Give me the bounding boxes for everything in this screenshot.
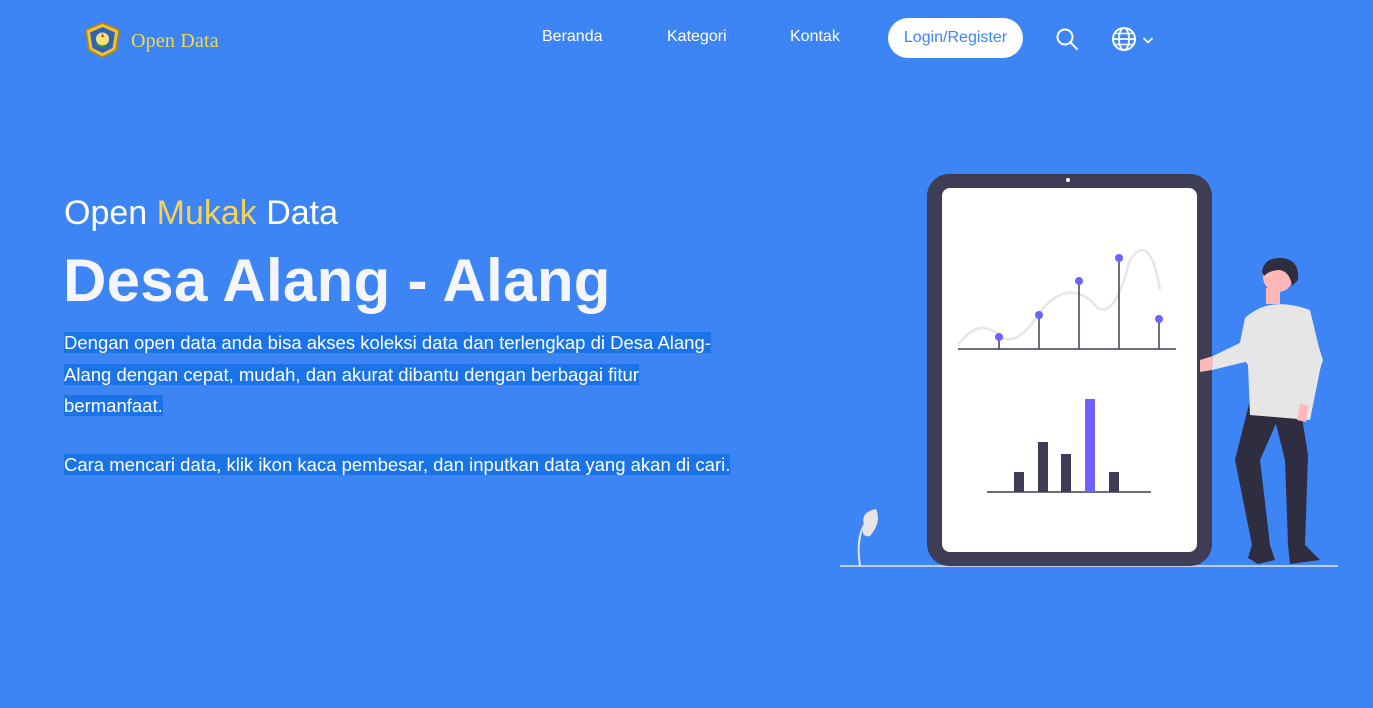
hero-search-instruction-text: Cara mencari data, klik ikon kaca pembes… [64,454,731,475]
nav-beranda[interactable]: Beranda [542,28,603,46]
language-switcher[interactable] [1111,26,1155,52]
hero-description-text: Dengan open data anda bisa akses koleksi… [64,332,711,416]
landing-page: Open Data Beranda Kategori Kontak Login/… [0,0,1373,708]
nav-kontak[interactable]: Kontak [790,28,840,46]
hero-description: Dengan open data anda bisa akses koleksi… [64,327,734,422]
login-register-button[interactable]: Login/Register [888,18,1023,58]
hero-subtitle-accent: Mukak [156,194,257,232]
chevron-down-icon [1142,37,1154,44]
hero-subtitle-suffix: Data [256,194,339,232]
search-icon[interactable] [1055,27,1079,51]
nav-kategori[interactable]: Kategori [667,28,727,46]
site-logo[interactable]: Open Data [84,22,219,58]
hero-title: Desa Alang - Alang [63,247,611,314]
village-emblem-icon [85,22,120,58]
hero-subtitle: Open Mukak Data [64,194,338,233]
hero-search-instruction: Cara mencari data, klik ikon kaca pembes… [64,449,734,481]
tablet-screen [942,188,1197,552]
plant-icon [857,509,878,567]
globe-icon [1112,27,1136,51]
hero-subtitle-prefix: Open [64,194,157,232]
tablet-camera [1066,178,1070,182]
person-figure [1200,257,1323,564]
logo-text: Open Data [131,29,219,52]
data-analytics-illustration [840,174,1338,567]
